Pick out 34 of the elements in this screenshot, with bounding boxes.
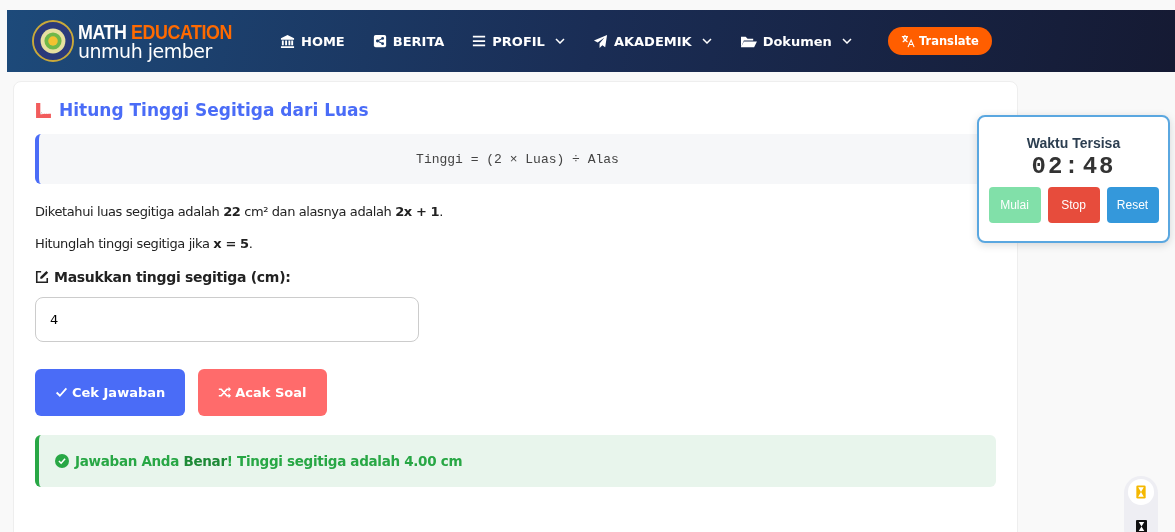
nav-link[interactable]: PROFIL [472,33,565,49]
result-message: Jawaban Anda Benar! Tinggi segitiga adalah 4.00 cm [75,453,463,469]
hourglass-icon[interactable] [1135,520,1147,532]
answer-input[interactable]: 4 [35,297,419,342]
problem-text: Hitunglah tinggi segitiga jika x = 5. [35,236,254,251]
menu-icon [472,34,487,48]
brand-subtitle: unmuh jember [78,42,214,61]
input-label: Masukkan tinggi segitiga (cm): [54,269,291,285]
check-circle-icon [55,454,69,468]
share-icon [372,34,387,48]
brand-title: EDUCATION [131,20,233,43]
check-icon [55,386,68,399]
chevron-down-icon [554,38,565,44]
timer-title: Waktu Tersisa [1026,135,1121,151]
chevron-down-icon [841,38,852,44]
action-button[interactable]: Cek Jawaban [35,369,186,416]
shuffle-icon [218,386,232,399]
problem-text: Diketahui luas segitiga adalah 22 cm² dan alasnya adalah 2x + 1. [35,204,444,219]
bank-icon [280,33,295,49]
edit-icon [35,270,49,284]
ruler-icon [35,101,52,119]
nav-link[interactable]: BERITA [372,33,445,49]
timer-display: 02:48 [1031,153,1116,180]
university-emblem-icon [32,20,74,62]
timer-button[interactable]: Stop [1047,187,1100,223]
nav-link[interactable]: AKADEMIK [592,33,712,49]
nav-link[interactable]: HOME [280,33,345,49]
formula-text: Tinggi = (2 × Luas) ÷ Alas [416,151,619,167]
nav-link[interactable]: Dokumen [739,33,852,49]
translate-icon [900,34,915,48]
chevron-down-icon [701,38,712,44]
card-title: Hitung Tinggi Segitiga dari Luas [59,100,369,120]
paper-plane-icon [592,33,608,49]
brand-title: MATH [78,20,127,43]
